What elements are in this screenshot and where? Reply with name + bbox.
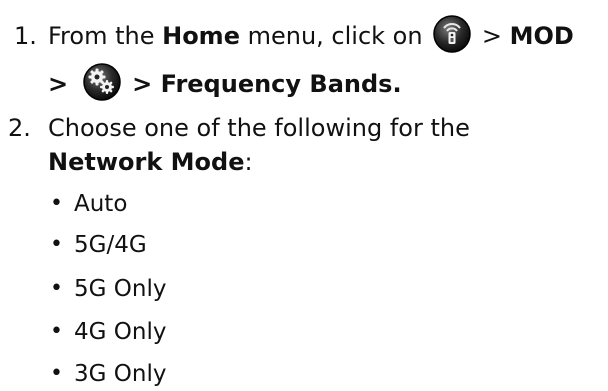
- router-settings-icon: [432, 14, 472, 54]
- bullet: •: [50, 191, 63, 216]
- gears-icon: [82, 62, 122, 102]
- separator: >: [123, 70, 161, 98]
- instruction-text: menu, click on: [239, 22, 431, 50]
- step-2-line-1: Choose one of the following for the: [48, 112, 470, 144]
- option-label: Auto: [74, 191, 128, 217]
- instruction-text: Choose one of the following for the: [48, 114, 470, 142]
- bullet: •: [50, 276, 63, 301]
- instruction-text: :: [244, 148, 253, 176]
- option-label: 4G Only: [74, 319, 167, 345]
- option-label: 5G Only: [74, 276, 167, 302]
- step-1-line-2: > > Frequency Bands.: [48, 63, 402, 102]
- step-1-line-1: From the Home menu, click on > MOD: [48, 15, 574, 54]
- instruction-text: From the: [48, 22, 163, 50]
- frequency-bands-label: Frequency Bands.: [160, 70, 402, 98]
- home-menu-label: Home: [162, 22, 240, 50]
- option-label: 5G/4G: [74, 232, 147, 258]
- step-1: 1. From the Home menu, click on > MOD > …: [0, 0, 608, 110]
- step-2-line-2: Network Mode:: [48, 146, 253, 178]
- mod-menu-label: MOD: [509, 22, 574, 50]
- bullet: •: [50, 319, 63, 344]
- step-2: 2. Choose one of the following for the N…: [0, 110, 608, 391]
- step-number: 2.: [8, 114, 31, 142]
- bullet: •: [50, 232, 63, 257]
- step-number: 1.: [14, 22, 37, 50]
- bullet: •: [50, 361, 63, 386]
- separator: >: [474, 22, 510, 50]
- option-label: 3G Only: [74, 361, 167, 387]
- separator: >: [48, 70, 69, 98]
- network-mode-label: Network Mode: [48, 148, 245, 176]
